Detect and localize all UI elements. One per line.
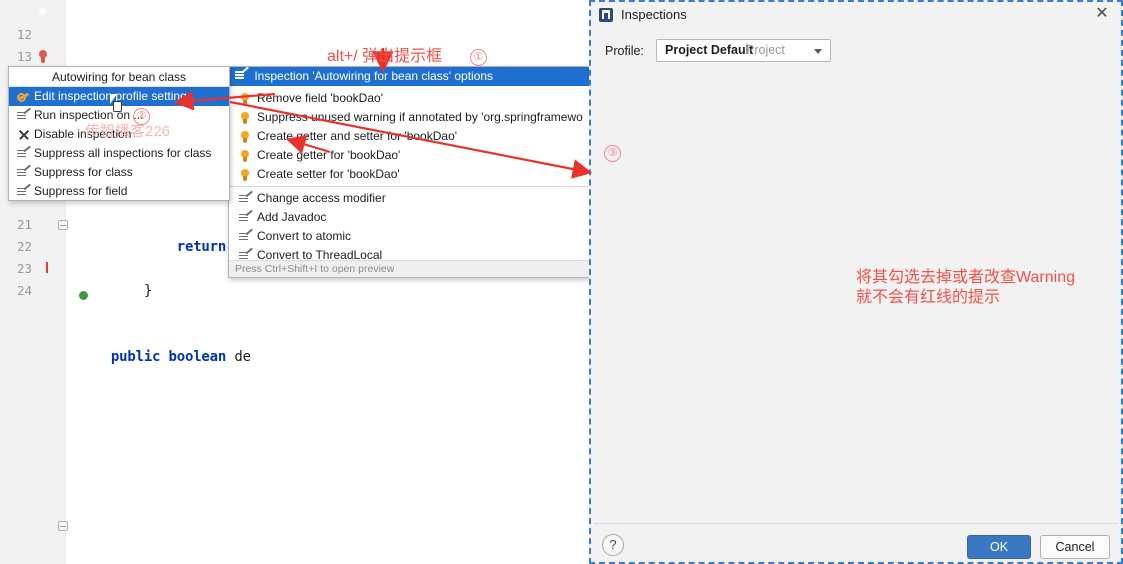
annotation-number-1: ① [470,49,487,66]
menu-item-suppress-for-field[interactable]: Suppress for field [9,182,229,201]
quickfix-item[interactable]: Remove field 'bookDao' [229,89,589,108]
dialog-titlebar[interactable]: Inspections ✕ [591,2,1121,29]
close-icon [15,129,31,140]
footer-divider [594,523,1118,524]
bulb-icon [237,149,253,163]
dialog-title: Inspections [621,7,687,22]
annotation-note-line2: 就不会有红线的提示 [856,289,1001,306]
bulb-icon [237,168,253,182]
inspection-icon [237,213,253,223]
close-icon[interactable]: ✕ [1093,6,1111,24]
annotation-number-3: ③ [604,145,621,162]
menu-item-edit-inspection-profile-setting[interactable]: Edit inspection profile setting [9,87,229,106]
bulb-icon [237,130,253,144]
quickfix-item-label: Remove field 'bookDao' [257,91,383,105]
menu-item-label: Edit inspection profile setting [34,89,187,103]
profile-label: Profile: [605,44,644,58]
menu-item-suppress-all-inspections-for-class[interactable]: Suppress all inspections for class [9,144,229,163]
code-line: 13 @Autowired [0,24,592,87]
quickfix-item-label: Change access modifier [257,191,386,205]
cancel-button[interactable]: Cancel [1040,535,1110,559]
breakpoint-icon[interactable] [36,262,89,300]
annotation-hint-alt-slash: alt+/ 弹出提示框 [327,48,443,65]
code-text: public boolean de [78,349,251,365]
inspection-icon [15,168,31,178]
bulb-icon [237,111,253,125]
quickfix-item[interactable]: Create getter and setter for 'bookDao' [229,127,589,146]
code-line: 14 private BookDao bookDao; [0,46,592,131]
inspection-icon [237,251,253,261]
inspection-icon [235,67,251,86]
help-button[interactable]: ? [602,534,624,556]
menu-divider [229,186,589,187]
menu-item-suppress-for-class[interactable]: Suppress for class [9,163,229,182]
quickfix-item-list: Remove field 'bookDao' Suppress unused w… [229,89,589,184]
quickfix-item-label: Add Javadoc [257,210,327,224]
chevron-down-icon [814,49,822,54]
bulb-icon [237,92,253,106]
inspection-icon [15,111,31,121]
profile-scope: Project [746,43,785,57]
inspection-icon [15,187,31,197]
quickfix-item-label: Create getter for 'bookDao' [257,148,401,162]
menu-item-label: Suppress all inspections for class [34,146,212,160]
watermark: 传智播客226 [85,123,171,140]
bulb-icon[interactable] [37,50,53,66]
ok-button[interactable]: OK [967,535,1031,559]
quickfix-item-label: Convert to atomic [257,229,352,243]
quickfix-item[interactable]: Suppress unused warning if annotated by … [229,108,589,127]
quickfix-item-list-2: Change access modifier Add Javadoc Conve… [229,189,589,265]
quickfix-item[interactable]: Create setter for 'bookDao' [229,165,589,184]
menu-item-label: Suppress for class [34,165,133,179]
code-text: } [78,283,153,299]
inspection-icon [237,194,253,204]
quickfix-item-label: Create getter and setter for 'bookDao' [257,129,458,143]
inspection-icon [15,149,31,159]
context-menu-title: Autowiring for bean class [9,67,229,87]
code-line: 12 public class BookServiceImpl implemen… [0,2,592,87]
profile-value: Project Default [665,43,754,57]
line-number: 24 [16,283,32,298]
quickfix-item-label: Suppress unused warning if annotated by … [257,110,583,124]
quickfix-header-label: Inspection 'Autowiring for bean class' o… [254,69,494,83]
wrench-icon [15,91,31,102]
quickfix-header[interactable]: Inspection 'Autowiring for bean class' o… [229,67,589,86]
spring-bean-icon[interactable] [36,5,52,21]
profile-dropdown[interactable]: Project Default Project [656,39,831,62]
quickfix-item[interactable]: Add Javadoc [229,208,589,227]
menu-item-label: Suppress for field [34,184,128,198]
quickfix-item[interactable]: Create getter for 'bookDao' [229,146,589,165]
code-fold-toggle[interactable] [58,220,68,230]
quickfix-item[interactable]: Convert to atomic [229,227,589,246]
inspections-icon [599,8,613,22]
quickfix-footer-hint: Press Ctrl+Shift+I to open preview [229,260,589,277]
quickfix-popup[interactable]: Inspection 'Autowiring for bean class' o… [228,66,590,278]
quickfix-item-label: Create setter for 'bookDao' [257,167,400,181]
inspection-icon [237,232,253,242]
quickfix-item[interactable]: Change access modifier [229,189,589,208]
